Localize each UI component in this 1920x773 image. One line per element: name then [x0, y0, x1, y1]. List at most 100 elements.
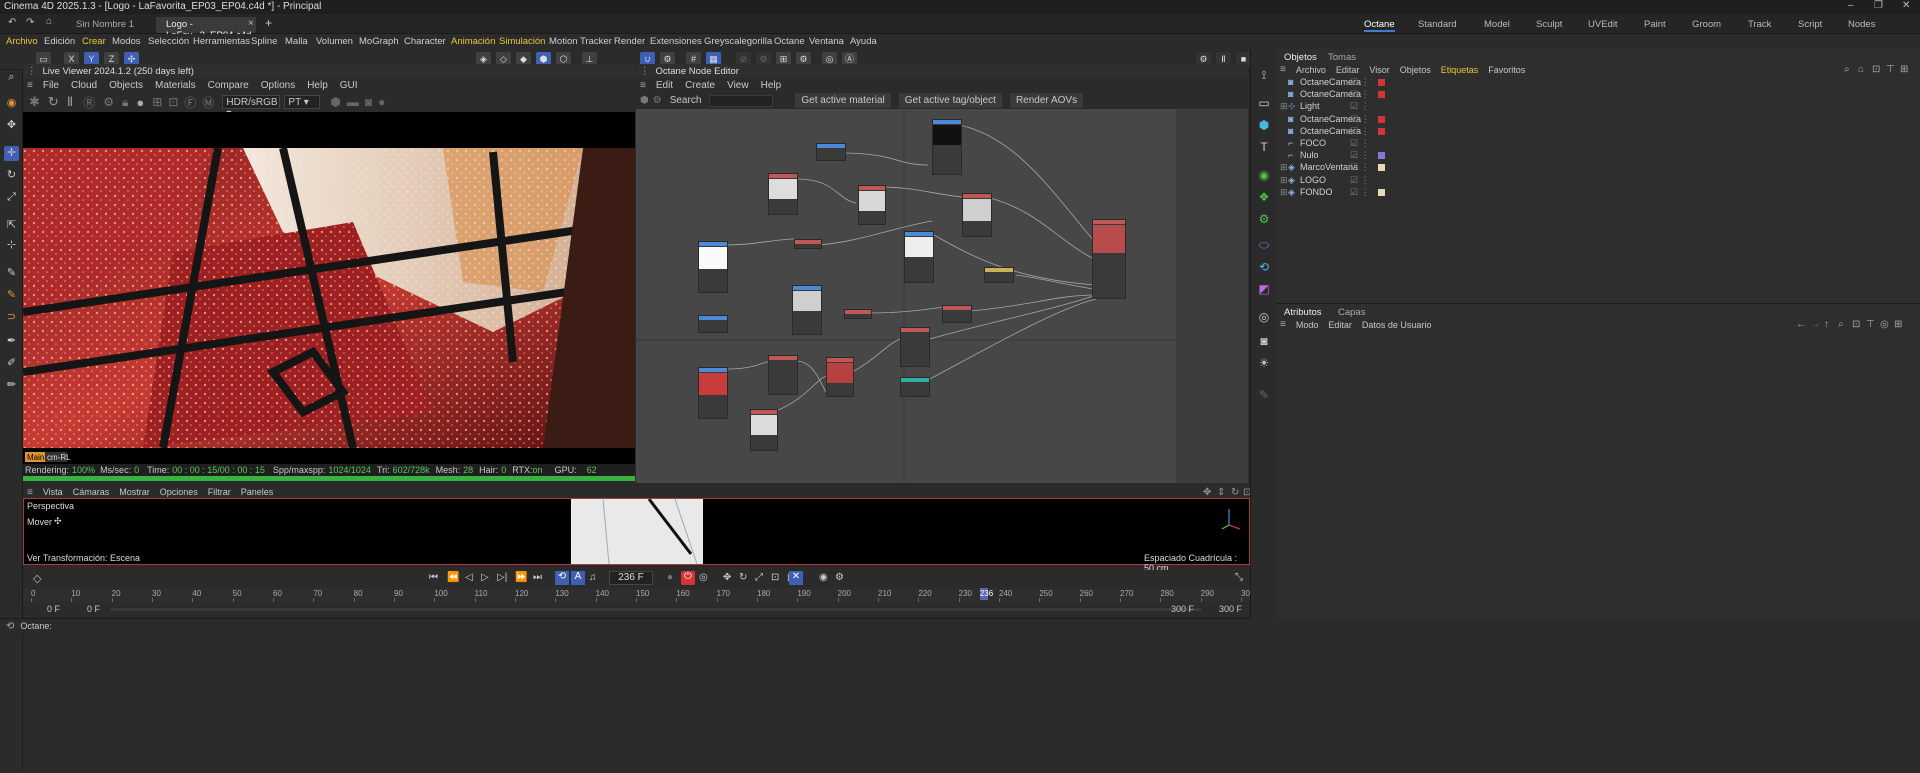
object-tag-icon[interactable]: [1378, 91, 1385, 99]
layout-sculpt[interactable]: Sculpt: [1536, 19, 1562, 30]
paint-icon[interactable]: ✐: [4, 356, 19, 371]
timeline-expand-icon[interactable]: ⤡: [1235, 572, 1243, 583]
get-active-tag-button[interactable]: Get active tag/object: [898, 93, 1002, 108]
visibility-toggle[interactable]: ☑ ⋮: [1350, 162, 1370, 173]
render-mode-select[interactable]: PT ▾: [284, 95, 321, 109]
object-row[interactable]: ⌐ Nulo ☑ ⋮: [1280, 150, 1920, 162]
visibility-toggle[interactable]: ☑ ⋮: [1350, 138, 1370, 149]
selection-icon[interactable]: ◉: [4, 96, 19, 111]
object-tag-icon[interactable]: [1378, 79, 1385, 86]
node-search-input[interactable]: [709, 94, 774, 107]
visibility-toggle[interactable]: ☑ ⋮: [1350, 101, 1370, 112]
range-start-field-a[interactable]: 0 F: [47, 604, 60, 614]
m-icon[interactable]: Ⓜ: [202, 94, 214, 111]
search-icon[interactable]: ⌕: [1844, 64, 1850, 75]
sphere-icon[interactable]: ●: [136, 95, 144, 110]
node-color-correct[interactable]: [900, 327, 930, 367]
field-icon[interactable]: ◩: [1256, 281, 1272, 297]
visibility-toggle[interactable]: ☑ ⋮: [1350, 150, 1370, 161]
effector-icon[interactable]: ⚙: [1256, 211, 1272, 227]
vp-menu-filtrar[interactable]: Filtrar: [208, 487, 231, 497]
prev-key-icon[interactable]: ⏪: [447, 572, 459, 583]
menu-modos[interactable]: Modos: [112, 36, 141, 47]
orbit-icon[interactable]: ↻: [1231, 487, 1239, 498]
node-image-texture-d[interactable]: [698, 367, 728, 419]
object-row[interactable]: ◙ OctaneCamera ☑ ⋮: [1280, 77, 1920, 89]
node-image-texture-a[interactable]: [698, 241, 728, 293]
perspective-viewport[interactable]: Perspectiva Mover ✣ Ver Transformación: …: [23, 498, 1250, 573]
lv-menu-materials[interactable]: Materials: [155, 80, 196, 91]
pencil-icon[interactable]: ✏: [4, 378, 19, 393]
object-tag-icon[interactable]: [1378, 188, 1385, 196]
node-multiply-a[interactable]: [858, 185, 886, 225]
object-row[interactable]: ◙ OctaneCamera ☑ ⋮: [1280, 114, 1920, 126]
hamburger-icon[interactable]: ≡: [27, 487, 33, 498]
menu-malla[interactable]: Malla: [285, 36, 308, 47]
play-icon[interactable]: ▷: [481, 572, 489, 583]
hamburger-icon[interactable]: ≡: [640, 80, 646, 91]
badge-main[interactable]: Main: [27, 453, 44, 462]
redo-icon[interactable]: ↷: [26, 17, 34, 28]
ne-menu-edit[interactable]: Edit: [656, 80, 673, 91]
keyframe-icon[interactable]: ◇: [33, 572, 41, 585]
pause-icon[interactable]: Ⅱ: [67, 94, 73, 110]
add-panel-icon[interactable]: ⊞: [1900, 64, 1908, 75]
menu-extensiones[interactable]: Extensiones: [650, 36, 702, 47]
visibility-toggle[interactable]: ☑ ⋮: [1350, 187, 1370, 198]
go-to-start-icon[interactable]: ⏮: [429, 572, 438, 583]
ne-menu-view[interactable]: View: [727, 80, 749, 91]
back-arrow-icon[interactable]: ←: [1796, 319, 1806, 330]
settings-icon[interactable]: ⚙: [103, 95, 114, 109]
timeline-ruler[interactable]: 0 10 20 30 40 50 60 70 80 90 100 110 120 130 140 150 160…: [23, 588, 1254, 602]
lv-menu-help[interactable]: Help: [307, 80, 328, 91]
tab-capas[interactable]: Capas: [1338, 307, 1365, 318]
interpolation-icon[interactable]: ✕: [789, 571, 803, 585]
live-selection-icon[interactable]: ✥: [4, 118, 19, 133]
hex-icon[interactable]: ⬢: [330, 95, 340, 109]
knife-tool-icon[interactable]: ✎: [4, 266, 19, 281]
object-name[interactable]: Light: [1300, 101, 1320, 111]
snap-tool-icon[interactable]: ⊹: [4, 238, 19, 253]
node-color-correct-b[interactable]: [768, 355, 798, 395]
up-arrow-icon[interactable]: ↑: [1824, 319, 1829, 330]
hamburger-icon[interactable]: ≡: [27, 80, 33, 91]
menu-edicion[interactable]: Edición: [44, 36, 75, 47]
node-float[interactable]: [984, 267, 1014, 283]
coordinate-system-icon[interactable]: ⟟: [1256, 67, 1272, 83]
vp-menu-mostrar[interactable]: Mostrar: [119, 487, 150, 497]
menu-seleccion[interactable]: Selección: [148, 36, 189, 47]
render-aovs-button[interactable]: Render AOVs: [1009, 93, 1084, 108]
object-tag-icon[interactable]: [1378, 152, 1385, 160]
current-frame-field[interactable]: 236 F: [609, 571, 653, 585]
object-row[interactable]: ⊞ ◈ MarcoVentana ☑ ⋮: [1280, 162, 1920, 174]
visibility-toggle[interactable]: ☑ ⋮: [1350, 175, 1370, 186]
menu-simulacion[interactable]: Simulación: [499, 36, 545, 47]
menu-motion-tracker[interactable]: Motion Tracker: [549, 36, 612, 47]
object-row[interactable]: ⌐ FOCO ☑ ⋮: [1280, 138, 1920, 150]
auto-key-icon[interactable]: A: [571, 571, 585, 585]
node-mix[interactable]: [942, 305, 972, 323]
camera-icon[interactable]: ◙: [365, 95, 372, 109]
maximize-button[interactable]: ❐: [1874, 0, 1883, 11]
object-row[interactable]: ⊞ ◈ FONDO ☑ ⋮: [1280, 187, 1920, 199]
light-icon[interactable]: ☀: [1256, 355, 1272, 371]
minimize-button[interactable]: –: [1848, 0, 1854, 11]
sphere-icon[interactable]: ◉: [1256, 167, 1272, 183]
motion-icon[interactable]: ◉: [819, 572, 828, 583]
tab-sin-nombre[interactable]: Sin Nombre 1: [66, 17, 154, 33]
rotate-tool-icon[interactable]: ↻: [4, 168, 19, 183]
magnet-tool-icon[interactable]: ⊃: [4, 310, 19, 325]
layout-script[interactable]: Script: [1798, 19, 1822, 30]
transform-tool-icon[interactable]: ⇱: [4, 218, 19, 233]
node-displacement[interactable]: [900, 377, 930, 397]
region-icon[interactable]: Ⓡ: [83, 94, 95, 111]
expand-icon[interactable]: ⊞: [1280, 101, 1288, 112]
object-row[interactable]: ⊞ ◈ LOGO ☑ ⋮: [1280, 175, 1920, 187]
lv-menu-options[interactable]: Options: [261, 80, 295, 91]
obj-menu-etiquetas[interactable]: Etiquetas: [1441, 65, 1479, 75]
range-start-field-b[interactable]: 0 F: [87, 604, 100, 614]
colorspace-select[interactable]: HDR/sRGB ▾: [222, 95, 281, 119]
menu-herramientas[interactable]: Herramientas: [193, 36, 250, 47]
lock-icon[interactable]: ⊡: [1872, 64, 1880, 75]
range-end-field-b[interactable]: 300 F: [1219, 604, 1242, 614]
